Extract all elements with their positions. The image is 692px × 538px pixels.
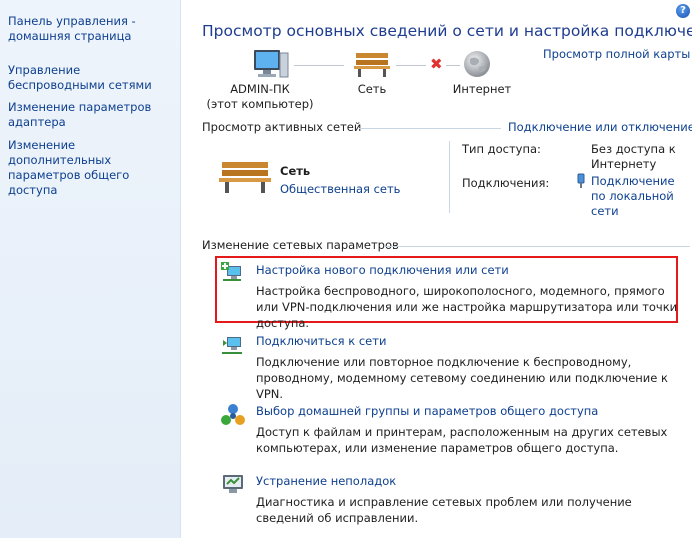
task-setup-new-connection-desc: Настройка беспроводного, широкополосного… [256, 284, 678, 330]
main-panel: ? Просмотр основных сведений о сети и на… [181, 0, 692, 538]
divider [359, 128, 501, 129]
task-homegroup-sharing[interactable]: Выбор домашней группы и параметров общег… [256, 404, 598, 418]
task-troubleshoot-desc: Диагностика и исправление сетевых пробле… [256, 495, 632, 525]
divider [449, 141, 450, 213]
network-type-link[interactable]: Общественная сеть [280, 182, 400, 196]
globe-icon [462, 49, 492, 82]
task-connect-to-network[interactable]: Подключиться к сети [256, 334, 386, 348]
computer-sub: (этот компьютер) [206, 97, 314, 111]
sidebar: Панель управления - домашняя страница Уп… [0, 0, 181, 538]
network-label: Сеть [357, 82, 387, 96]
access-type-label: Тип доступа: [462, 142, 541, 156]
connect-disconnect-link[interactable]: Подключение или отключение [508, 120, 692, 134]
connections-label: Подключения: [462, 176, 550, 190]
sidebar-item-adapter-settings[interactable]: Изменение параметров адаптера [8, 100, 176, 130]
connect-network-icon [221, 334, 245, 359]
task-homegroup-sharing-desc: Доступ к файлам и принтерам, расположенн… [256, 425, 668, 455]
access-type-value: Без доступа к Интернету [591, 142, 676, 171]
bench-icon [219, 158, 271, 197]
sidebar-item-advanced-sharing[interactable]: Изменение дополнительных параметров обще… [8, 138, 176, 198]
disconnected-x-icon: ✖ [430, 55, 443, 73]
sidebar-item-manage-wireless[interactable]: Управление беспроводными сетями [8, 63, 176, 93]
task-connect-to-network-desc: Подключение или повторное подключение к … [256, 355, 668, 401]
internet-label: Интернет [452, 82, 512, 96]
task-troubleshoot[interactable]: Устранение неполадок [256, 474, 396, 488]
page-title: Просмотр основных сведений о сети и наст… [202, 22, 692, 40]
help-icon[interactable]: ? [676, 4, 690, 18]
active-networks-header: Просмотр активных сетей [202, 120, 362, 134]
full-map-link[interactable]: Просмотр полной карты [543, 47, 690, 61]
connector-line [446, 65, 460, 66]
task-setup-new-connection[interactable]: Настройка нового подключения или сети [256, 263, 509, 277]
troubleshoot-icon [221, 473, 245, 498]
sidebar-item-control-panel-home[interactable]: Панель управления - домашняя страница [8, 14, 176, 44]
change-settings-header: Изменение сетевых параметров [202, 238, 399, 252]
divider [386, 246, 690, 247]
homegroup-icon [221, 403, 245, 430]
connector-line [396, 65, 426, 66]
network-adapter-icon [576, 173, 586, 192]
connector-line [294, 65, 344, 66]
bench-icon [354, 50, 390, 81]
computer-name: ADMIN-ПК [230, 82, 290, 96]
computer-icon [250, 47, 290, 84]
local-connection-link[interactable]: Подключение по локальной сети [591, 174, 686, 219]
active-network-name: Сеть [280, 164, 311, 178]
new-connection-icon [221, 262, 245, 287]
